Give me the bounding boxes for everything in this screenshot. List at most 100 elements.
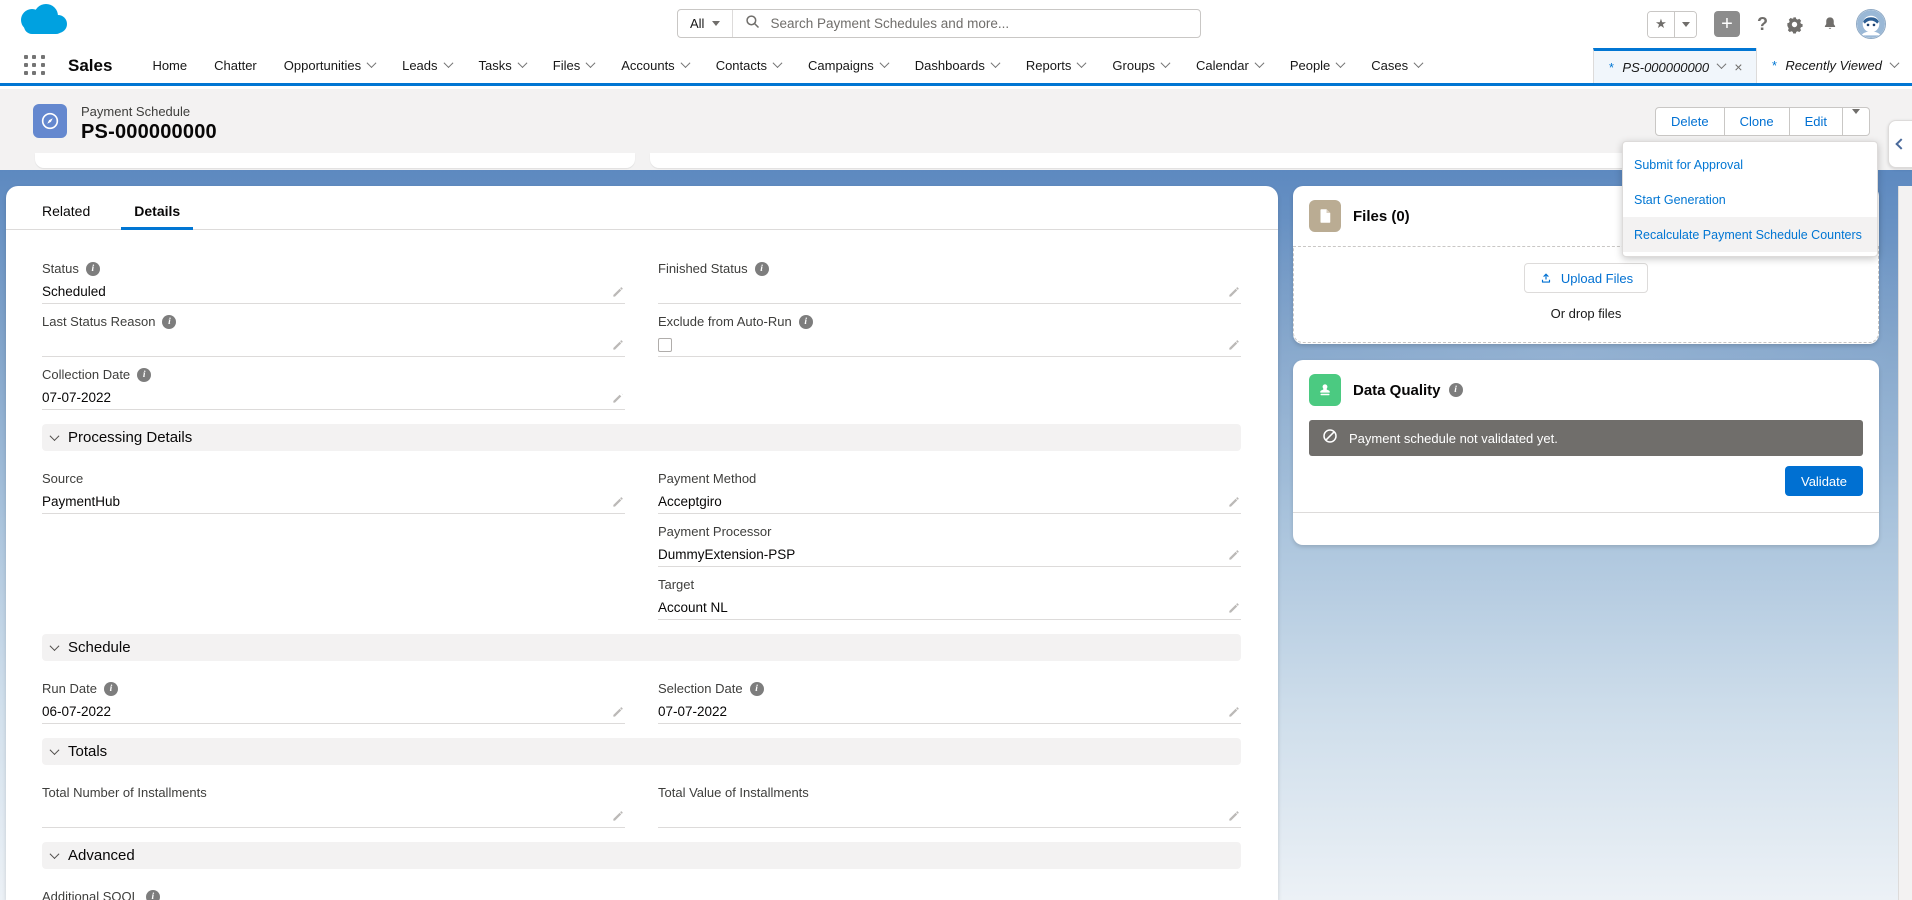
chevron-down-icon[interactable] xyxy=(517,58,527,68)
chevron-down-icon[interactable] xyxy=(1254,58,1264,68)
chevron-down-icon[interactable] xyxy=(1717,59,1727,69)
file-drop-zone[interactable]: Upload Files Or drop files xyxy=(1293,246,1879,343)
nav-tab[interactable]: Dashboards xyxy=(915,58,999,73)
chevron-down-icon[interactable] xyxy=(1161,58,1171,68)
edit-pencil-icon[interactable] xyxy=(611,705,625,719)
global-header: All xyxy=(0,0,1912,48)
nav-tab[interactable]: Accounts xyxy=(621,58,688,73)
nav-tab[interactable]: People xyxy=(1290,58,1344,73)
favorite-star-icon[interactable] xyxy=(1648,12,1674,37)
help-icon[interactable] xyxy=(1757,14,1768,35)
nav-tab[interactable]: Reports xyxy=(1026,58,1086,73)
chevron-down-icon[interactable] xyxy=(879,58,889,68)
edit-pencil-icon[interactable] xyxy=(1227,285,1241,299)
info-icon[interactable]: i xyxy=(146,890,160,900)
nav-tab-record[interactable]: * PS-000000000 xyxy=(1593,48,1756,83)
expand-sidebar-button[interactable] xyxy=(1888,120,1912,168)
nav-tab[interactable]: Cases xyxy=(1371,58,1422,73)
nav-tab[interactable]: Files xyxy=(553,58,594,73)
info-icon[interactable]: i xyxy=(104,682,118,696)
chevron-left-icon xyxy=(1895,138,1906,149)
edit-pencil-icon[interactable] xyxy=(1227,705,1241,719)
chevron-down-icon[interactable] xyxy=(773,58,783,68)
edit-pencil-icon[interactable] xyxy=(1227,548,1241,562)
edit-button[interactable]: Edit xyxy=(1790,107,1843,136)
nav-tab[interactable]: Chatter xyxy=(214,58,257,73)
clone-button[interactable]: Clone xyxy=(1725,107,1790,136)
chevron-down-icon xyxy=(50,641,60,651)
gear-icon[interactable] xyxy=(1785,15,1804,34)
close-icon[interactable] xyxy=(1734,59,1742,75)
chevron-down-icon[interactable] xyxy=(1336,58,1346,68)
search-scope-selector[interactable]: All xyxy=(678,10,733,37)
edit-pencil-icon[interactable] xyxy=(1227,809,1241,823)
edit-pencil-icon[interactable] xyxy=(1227,601,1241,615)
chevron-down-icon[interactable] xyxy=(367,58,377,68)
nav-tab-label: Tasks xyxy=(479,58,512,73)
info-icon[interactable]: i xyxy=(1449,383,1463,397)
action-menu-item[interactable]: Start Generation xyxy=(1623,182,1877,217)
chevron-down-icon[interactable] xyxy=(586,58,596,68)
exclude-auto-run-checkbox[interactable] xyxy=(658,338,672,352)
nav-tab[interactable]: Opportunities xyxy=(284,58,375,73)
section-schedule[interactable]: Schedule xyxy=(42,634,1241,661)
user-avatar[interactable] xyxy=(1856,9,1886,39)
edit-pencil-icon[interactable] xyxy=(1227,495,1241,509)
unsaved-indicator: * xyxy=(1771,58,1776,73)
files-card-title[interactable]: Files (0) xyxy=(1353,208,1410,225)
section-processing-details[interactable]: Processing Details xyxy=(42,424,1241,451)
app-launcher-icon[interactable] xyxy=(24,55,46,77)
edit-pencil-icon[interactable] xyxy=(611,285,625,299)
more-actions-button[interactable] xyxy=(1843,107,1870,136)
info-icon[interactable]: i xyxy=(162,315,176,329)
global-search: All xyxy=(677,9,1201,38)
app-name[interactable]: Sales xyxy=(68,56,112,76)
nav-tab[interactable]: Tasks xyxy=(479,58,526,73)
chevron-down-icon[interactable] xyxy=(680,58,690,68)
quick-create-icon[interactable] xyxy=(1714,11,1740,37)
chevron-down-icon[interactable] xyxy=(1890,58,1900,68)
edit-pencil-icon[interactable] xyxy=(1227,338,1241,352)
search-input[interactable] xyxy=(770,16,1188,31)
info-icon[interactable]: i xyxy=(799,315,813,329)
upload-files-button[interactable]: Upload Files xyxy=(1524,263,1648,293)
card-bottom-strip xyxy=(35,153,635,168)
action-menu-item[interactable]: Submit for Approval xyxy=(1623,147,1877,182)
edit-pencil-icon[interactable] xyxy=(611,391,625,405)
chevron-down-icon[interactable] xyxy=(1414,58,1424,68)
nav-tab[interactable]: Calendar xyxy=(1196,58,1263,73)
bell-icon[interactable] xyxy=(1821,15,1839,33)
field-label: Total Number of Installments xyxy=(42,785,207,800)
chevron-down-icon[interactable] xyxy=(443,58,453,68)
action-menu-item[interactable]: Recalculate Payment Schedule Counters xyxy=(1623,217,1877,252)
field-label: Run Date xyxy=(42,681,97,696)
chevron-down-icon[interactable] xyxy=(990,58,1000,68)
salesforce-logo-icon xyxy=(14,2,72,47)
favorites-dropdown-button[interactable] xyxy=(1674,12,1696,37)
field-selection-date: Selection Date i 07-07-2022 xyxy=(658,680,1241,724)
nav-tab[interactable]: Groups xyxy=(1112,58,1169,73)
nav-tab[interactable]: Home xyxy=(152,58,187,73)
edit-pencil-icon[interactable] xyxy=(611,495,625,509)
nav-tab[interactable]: Campaigns xyxy=(808,58,888,73)
nav-tab-label: Recently Viewed xyxy=(1785,58,1882,73)
info-icon[interactable]: i xyxy=(86,262,100,276)
section-advanced[interactable]: Advanced xyxy=(42,842,1241,869)
edit-pencil-icon[interactable] xyxy=(611,809,625,823)
tab-details[interactable]: Details xyxy=(134,192,180,229)
nav-tab[interactable]: Leads xyxy=(402,58,451,73)
nav-tab-recently-viewed[interactable]: * Recently Viewed xyxy=(1756,48,1912,83)
tab-related[interactable]: Related xyxy=(42,192,90,229)
info-icon[interactable]: i xyxy=(137,368,151,382)
unsaved-indicator: * xyxy=(1608,60,1613,75)
chevron-down-icon[interactable] xyxy=(1077,58,1087,68)
info-icon[interactable]: i xyxy=(755,262,769,276)
validate-button[interactable]: Validate xyxy=(1785,466,1863,496)
nav-tab[interactable]: Contacts xyxy=(716,58,781,73)
info-icon[interactable]: i xyxy=(750,682,764,696)
edit-pencil-icon[interactable] xyxy=(611,338,625,352)
delete-button[interactable]: Delete xyxy=(1655,107,1725,136)
validation-message: Payment schedule not validated yet. xyxy=(1349,431,1558,446)
section-totals[interactable]: Totals xyxy=(42,738,1241,765)
collapsed-panel-strip xyxy=(1898,186,1912,900)
